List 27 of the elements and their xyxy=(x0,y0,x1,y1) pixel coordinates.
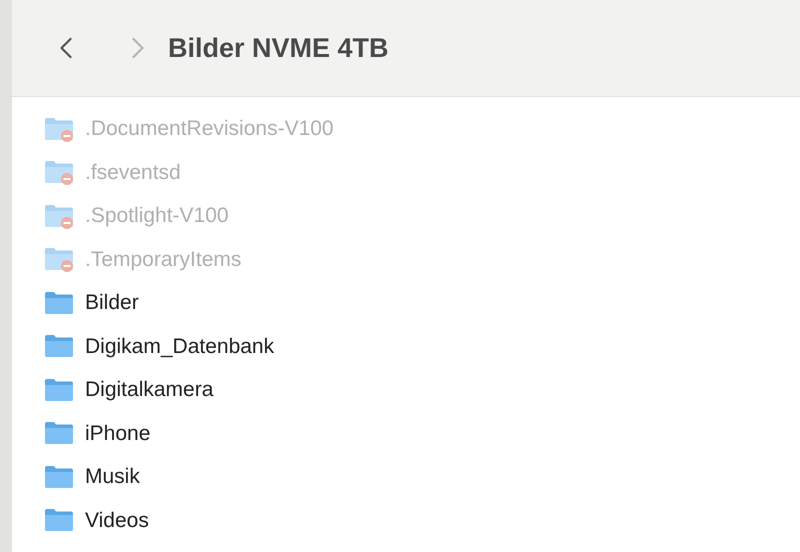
hidden-folder-icon xyxy=(43,159,75,186)
file-name: .DocumentRevisions-V100 xyxy=(85,116,334,142)
hidden-folder-icon xyxy=(43,116,75,142)
file-name: Videos xyxy=(85,508,149,534)
folder-icon xyxy=(43,333,75,360)
file-row[interactable]: iPhone xyxy=(12,412,800,455)
file-name: .fseventsd xyxy=(85,160,181,186)
file-row[interactable]: Bilder xyxy=(12,281,800,324)
hidden-folder-icon xyxy=(43,246,75,272)
folder-icon xyxy=(43,290,75,316)
file-row[interactable]: Digikam_Datenbank xyxy=(12,324,800,368)
folder-icon xyxy=(43,420,75,446)
file-name: .Spotlight-V100 xyxy=(85,203,229,229)
file-name: Bilder xyxy=(85,290,139,316)
file-row[interactable]: Digitalkamera xyxy=(12,368,800,412)
window-title: Bilder NVME 4TB xyxy=(168,32,389,65)
hidden-folder-icon xyxy=(43,202,75,229)
file-name: Digikam_Datenbank xyxy=(85,334,274,360)
folder-icon xyxy=(43,464,75,490)
file-row[interactable]: Videos xyxy=(12,498,800,542)
folder-icon xyxy=(43,507,75,534)
file-name: iPhone xyxy=(85,420,150,446)
file-name: .TemporaryItems xyxy=(85,246,242,272)
file-row[interactable]: Musik xyxy=(12,455,800,498)
file-name: Musik xyxy=(85,464,140,490)
file-name: Digitalkamera xyxy=(85,377,214,403)
folder-icon xyxy=(43,376,75,403)
